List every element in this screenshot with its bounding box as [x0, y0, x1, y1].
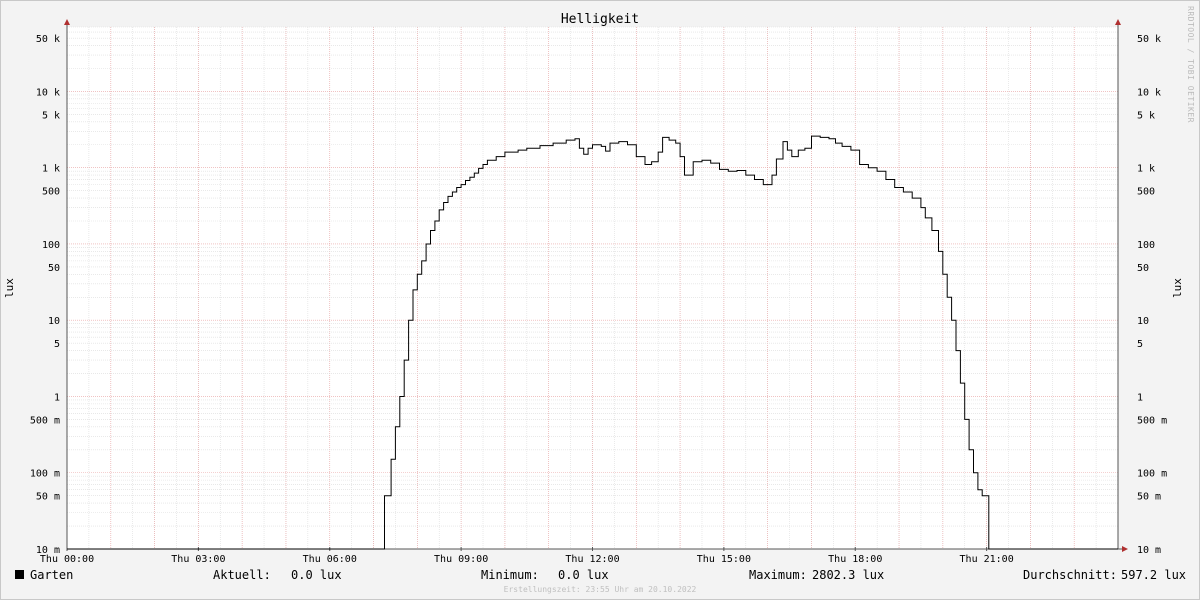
x-tick-label: Thu 12:00 — [565, 554, 619, 565]
brightness-chart: Thu 00:00 Thu 03:00 Thu 06:00 Thu 09:00 Thu … — [3, 19, 1184, 565]
y-tick-label-left: 500 m — [30, 415, 60, 426]
y-tick-label-right: 1 — [1137, 392, 1143, 403]
y-tick-label-left: 1 k — [42, 164, 60, 175]
y-tick-label-right: 10 — [1137, 316, 1149, 327]
y-tick-label-left: 100 — [42, 240, 60, 251]
legend-current-value: 0.0 lux — [291, 568, 342, 582]
x-tick-label: Thu 06:00 — [303, 554, 357, 565]
y-tick-label-left: 100 m — [30, 469, 60, 480]
rrdtool-watermark: RRDTOOL / TOBI OETIKER — [1186, 6, 1195, 123]
x-tick-label: Thu 15:00 — [697, 554, 751, 565]
y-tick-label-right: 50 — [1137, 263, 1149, 274]
legend-avg-label: Durchschnitt: — [1023, 568, 1117, 582]
y-tick-label-right: 50 k — [1137, 34, 1161, 45]
legend-avg-value: 597.2 lux — [1121, 568, 1187, 582]
y-tick-label-left: 500 — [42, 187, 60, 198]
y-tick-label-right: 1 k — [1137, 164, 1155, 175]
x-tick-label: Thu 21:00 — [960, 554, 1014, 565]
legend-max-value: 2802.3 lux — [812, 568, 885, 582]
legend-min-label: Minimum: — [481, 568, 539, 582]
legend-max-label: Maximum: — [749, 568, 807, 582]
x-tick-label: Thu 09:00 — [434, 554, 488, 565]
y-tick-label-left: 10 k — [36, 87, 60, 98]
y-tick-label-right: 5 — [1137, 339, 1143, 350]
legend-swatch-garten — [15, 570, 24, 579]
legend-min-value: 0.0 lux — [558, 568, 609, 582]
legend-series-name: Garten — [30, 568, 74, 582]
y-tick-label-left: 50 m — [36, 492, 60, 503]
y-tick-label-left: 10 — [48, 316, 60, 327]
legend-current-label: Aktuell: — [213, 568, 271, 582]
x-axis-arrow — [1122, 546, 1128, 552]
y-axis-title-left: lux — [3, 278, 16, 298]
footer-timestamp: Erstellungszeit: 23:55 Uhr am 20.10.2022 — [503, 585, 697, 594]
y-tick-label-right: 5 k — [1137, 110, 1155, 121]
y-tick-label-left: 5 k — [42, 110, 60, 121]
y-tick-label-right: 10 k — [1137, 87, 1161, 98]
y-tick-label-right: 500 — [1137, 187, 1155, 198]
chart-legend: Garten Aktuell: 0.0 lux Minimum: 0.0 lux… — [15, 568, 1187, 584]
y-tick-label-left: 50 k — [36, 34, 60, 45]
x-tick-label: Thu 18:00 — [828, 554, 882, 565]
x-tick-label: Thu 03:00 — [171, 554, 225, 565]
y-tick-label-left: 1 — [54, 392, 60, 403]
y-tick-label-right: 50 m — [1137, 492, 1161, 503]
y-tick-label-right: 100 — [1137, 240, 1155, 251]
chart-grid — [66, 26, 1119, 550]
y-tick-label-right: 500 m — [1137, 415, 1167, 426]
y-tick-label-left: 5 — [54, 339, 60, 350]
chart-title: Helligkeit — [560, 12, 640, 27]
y-axis-title-right: lux — [1171, 278, 1184, 298]
y-tick-label-left: 10 m — [36, 545, 60, 556]
y-tick-label-right: 10 m — [1137, 545, 1161, 556]
y-tick-label-left: 50 — [48, 263, 60, 274]
y-tick-label-right: 100 m — [1137, 469, 1167, 480]
